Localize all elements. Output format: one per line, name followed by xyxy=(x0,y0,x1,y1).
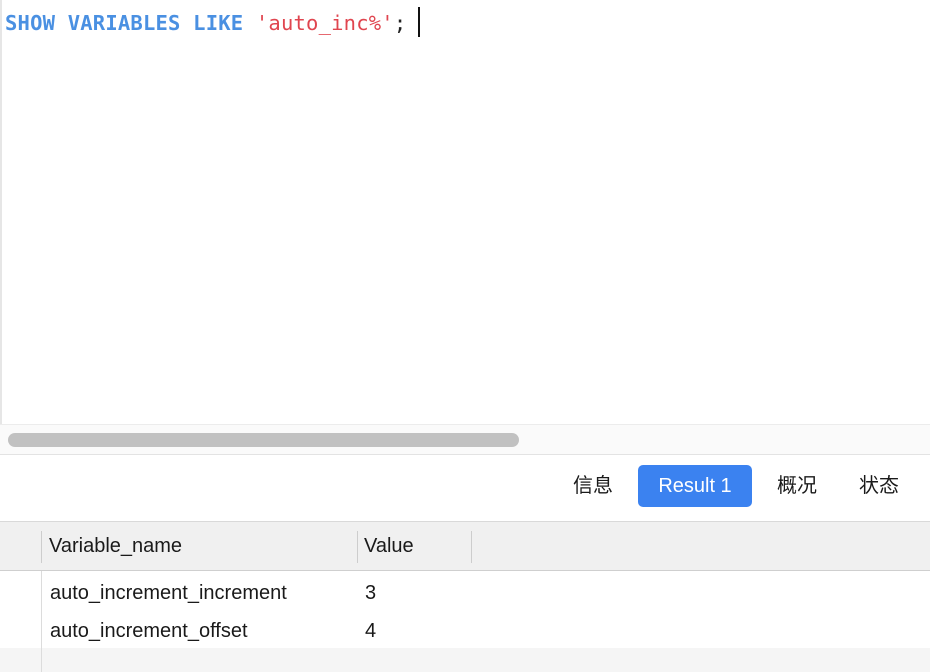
horizontal-scrollbar[interactable] xyxy=(0,424,930,455)
cell-value[interactable]: 4 xyxy=(365,612,376,650)
tab-info[interactable]: 信息 xyxy=(560,465,626,507)
sql-keyword-like: LIKE xyxy=(193,11,244,35)
result-tabs-bar: 信息 Result 1 概况 状态 xyxy=(0,455,930,522)
cell-value[interactable]: 3 xyxy=(365,574,376,612)
sql-keyword-show: SHOW xyxy=(5,11,56,35)
editor-gutter xyxy=(0,0,2,424)
cell-variable-name[interactable]: auto_increment_increment xyxy=(50,574,287,612)
sql-terminator: ; xyxy=(393,11,407,35)
column-separator[interactable] xyxy=(471,531,472,563)
cell-variable-name[interactable]: auto_increment_offset xyxy=(50,612,248,650)
sql-keyword-variables: VARIABLES xyxy=(67,11,181,35)
text-caret xyxy=(418,7,421,37)
table-row[interactable]: auto_increment_offset 4 xyxy=(0,612,930,650)
column-header-variable-name[interactable]: Variable_name xyxy=(42,522,357,570)
grid-header: Variable_name Value xyxy=(0,522,930,571)
horizontal-scrollbar-thumb[interactable] xyxy=(8,433,519,447)
sql-editor[interactable]: SHOW VARIABLES LIKE 'auto_inc%'; xyxy=(0,0,930,424)
tab-result-1[interactable]: Result 1 xyxy=(638,465,752,507)
tab-status[interactable]: 状态 xyxy=(846,465,912,507)
empty-row xyxy=(0,648,930,672)
sql-string-literal: 'auto_inc%' xyxy=(255,11,394,35)
row-number-gutter xyxy=(0,571,42,672)
column-header-value[interactable]: Value xyxy=(357,522,471,570)
table-row[interactable]: auto_increment_increment 3 xyxy=(0,574,930,612)
result-grid: Variable_name Value auto_increment_incre… xyxy=(0,522,930,672)
tab-overview[interactable]: 概况 xyxy=(764,465,830,507)
sql-line-1[interactable]: SHOW VARIABLES LIKE 'auto_inc%'; xyxy=(5,7,421,37)
query-window: SHOW VARIABLES LIKE 'auto_inc%'; 信息 Resu… xyxy=(0,0,930,672)
